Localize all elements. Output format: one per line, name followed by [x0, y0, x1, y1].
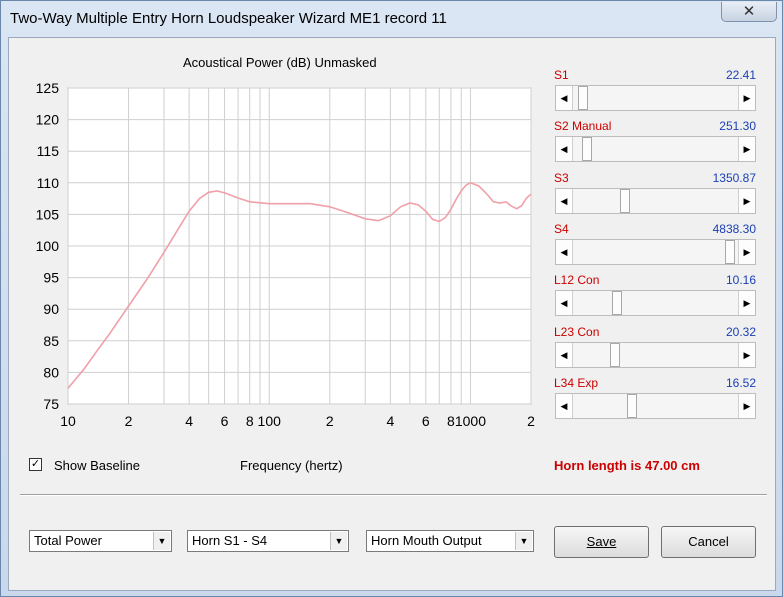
x-tick-label: 2 [527, 413, 535, 429]
slider-track[interactable] [573, 189, 738, 213]
slider-track[interactable] [573, 137, 738, 161]
parameter-slider[interactable]: ◀ ▶ [555, 290, 756, 316]
x-tick-label: 100 [258, 413, 282, 429]
slider-value: 4838.30 [712, 222, 756, 236]
slider-track[interactable] [573, 394, 738, 418]
arrow-right-icon[interactable]: ▶ [738, 189, 755, 213]
output-location-combo[interactable]: Horn Mouth Output ▼ [366, 530, 534, 552]
slider-label: S4 [554, 222, 569, 236]
check-icon: ✓ [30, 458, 41, 470]
arrow-left-icon[interactable]: ◀ [556, 240, 573, 264]
x-tick-label: 4 [185, 413, 193, 429]
horn-length-text: Horn length is 47.00 cm [554, 458, 700, 473]
slider-thumb[interactable] [725, 240, 735, 264]
arrow-right-icon[interactable]: ▶ [738, 291, 755, 315]
slider-thumb[interactable] [582, 137, 592, 161]
arrow-right-icon[interactable]: ▶ [738, 394, 755, 418]
output-type-combo[interactable]: Total Power ▼ [29, 530, 172, 552]
slider-value: 22.41 [725, 68, 756, 82]
slider-track[interactable] [573, 291, 738, 315]
wizard-window: Two-Way Multiple Entry Horn Loudspeaker … [0, 0, 783, 597]
window-title: Two-Way Multiple Entry Horn Loudspeaker … [10, 10, 447, 27]
save-button[interactable]: Save [554, 526, 649, 558]
divider-line [20, 494, 767, 496]
chevron-down-icon[interactable]: ▼ [515, 532, 532, 550]
slider-label: L34 Exp [554, 376, 599, 390]
arrow-right-icon[interactable]: ▶ [738, 86, 755, 110]
x-tick-label: 8 [447, 413, 455, 429]
parameter-slider[interactable]: ◀ ▶ [555, 342, 756, 368]
slider-label: S1 [554, 68, 569, 82]
parameter-slider[interactable]: ◀ ▶ [555, 239, 756, 265]
slider-label: L23 Con [554, 325, 600, 339]
slider-value: 20.32 [725, 325, 756, 339]
slider-label: L12 Con [554, 273, 600, 287]
y-tick-label: 105 [36, 206, 60, 222]
chevron-down-icon[interactable]: ▼ [330, 532, 347, 550]
y-tick-label: 110 [37, 175, 60, 191]
close-icon: ✕ [742, 3, 756, 20]
arrow-right-icon[interactable]: ▶ [738, 137, 755, 161]
output-location-value: Horn Mouth Output [371, 533, 482, 548]
slider-thumb[interactable] [620, 189, 630, 213]
slider-value: 251.30 [719, 119, 756, 133]
slider-thumb[interactable] [578, 86, 588, 110]
save-button-label: Save [586, 534, 617, 549]
parameter-slider[interactable]: ◀ ▶ [555, 393, 756, 419]
x-tick-label: 6 [221, 413, 229, 429]
arrow-right-icon[interactable]: ▶ [738, 240, 755, 264]
arrow-left-icon[interactable]: ◀ [556, 189, 573, 213]
y-tick-label: 115 [37, 143, 60, 159]
close-button[interactable]: ✕ [721, 2, 777, 22]
horn-section-combo[interactable]: Horn S1 - S4 ▼ [187, 530, 349, 552]
x-tick-label: 2 [326, 413, 334, 429]
title-bar[interactable]: Two-Way Multiple Entry Horn Loudspeaker … [1, 1, 782, 37]
y-tick-label: 100 [36, 238, 60, 254]
slider-thumb[interactable] [627, 394, 637, 418]
output-type-value: Total Power [34, 533, 102, 548]
slider-track[interactable] [573, 86, 738, 110]
arrow-left-icon[interactable]: ◀ [556, 137, 573, 161]
arrow-right-icon[interactable]: ▶ [738, 343, 755, 367]
x-tick-label: 8 [246, 413, 254, 429]
parameter-slider[interactable]: ◀ ▶ [555, 188, 756, 214]
slider-thumb[interactable] [612, 291, 622, 315]
parameter-slider[interactable]: ◀ ▶ [555, 136, 756, 162]
cancel-button[interactable]: Cancel [661, 526, 756, 558]
slider-value: 1350.87 [712, 171, 756, 185]
show-baseline-checkbox[interactable]: ✓ [29, 458, 42, 471]
x-tick-label: 6 [422, 413, 430, 429]
acoustical-power-chart: 758085909510010511011512012510 2 4 6 8 100 2 4 6… [36, 80, 535, 429]
x-tick-label: 4 [386, 413, 394, 429]
x-tick-label: 2 [125, 413, 133, 429]
slider-track[interactable] [573, 343, 738, 367]
slider-thumb[interactable] [610, 343, 620, 367]
y-tick-label: 95 [43, 270, 59, 286]
y-tick-label: 120 [36, 112, 60, 128]
y-tick-label: 80 [43, 364, 59, 380]
slider-value: 10.16 [725, 273, 756, 287]
slider-track[interactable] [573, 240, 738, 264]
y-tick-label: 85 [43, 333, 59, 349]
slider-label: S2 Manual [554, 119, 612, 133]
parameter-slider[interactable]: ◀ ▶ [555, 85, 756, 111]
y-tick-label: 90 [43, 301, 59, 317]
arrow-left-icon[interactable]: ◀ [556, 86, 573, 110]
arrow-left-icon[interactable]: ◀ [556, 394, 573, 418]
x-axis-label: Frequency (hertz) [240, 458, 343, 473]
y-tick-label: 75 [43, 396, 59, 412]
x-tick-label: 10 [60, 413, 76, 429]
client-area: Acoustical Power (dB) Unmasked 75 80 85 90 9… [8, 37, 776, 591]
cancel-button-label: Cancel [688, 534, 729, 549]
slider-label: S3 [554, 171, 569, 185]
chevron-down-icon[interactable]: ▼ [153, 532, 170, 550]
arrow-left-icon[interactable]: ◀ [556, 291, 573, 315]
horn-section-value: Horn S1 - S4 [192, 533, 268, 548]
show-baseline-label[interactable]: Show Baseline [54, 458, 140, 473]
slider-value: 16.52 [725, 376, 756, 390]
arrow-left-icon[interactable]: ◀ [556, 343, 573, 367]
x-tick-label: 1000 [455, 413, 486, 429]
y-tick-label: 125 [36, 80, 60, 96]
